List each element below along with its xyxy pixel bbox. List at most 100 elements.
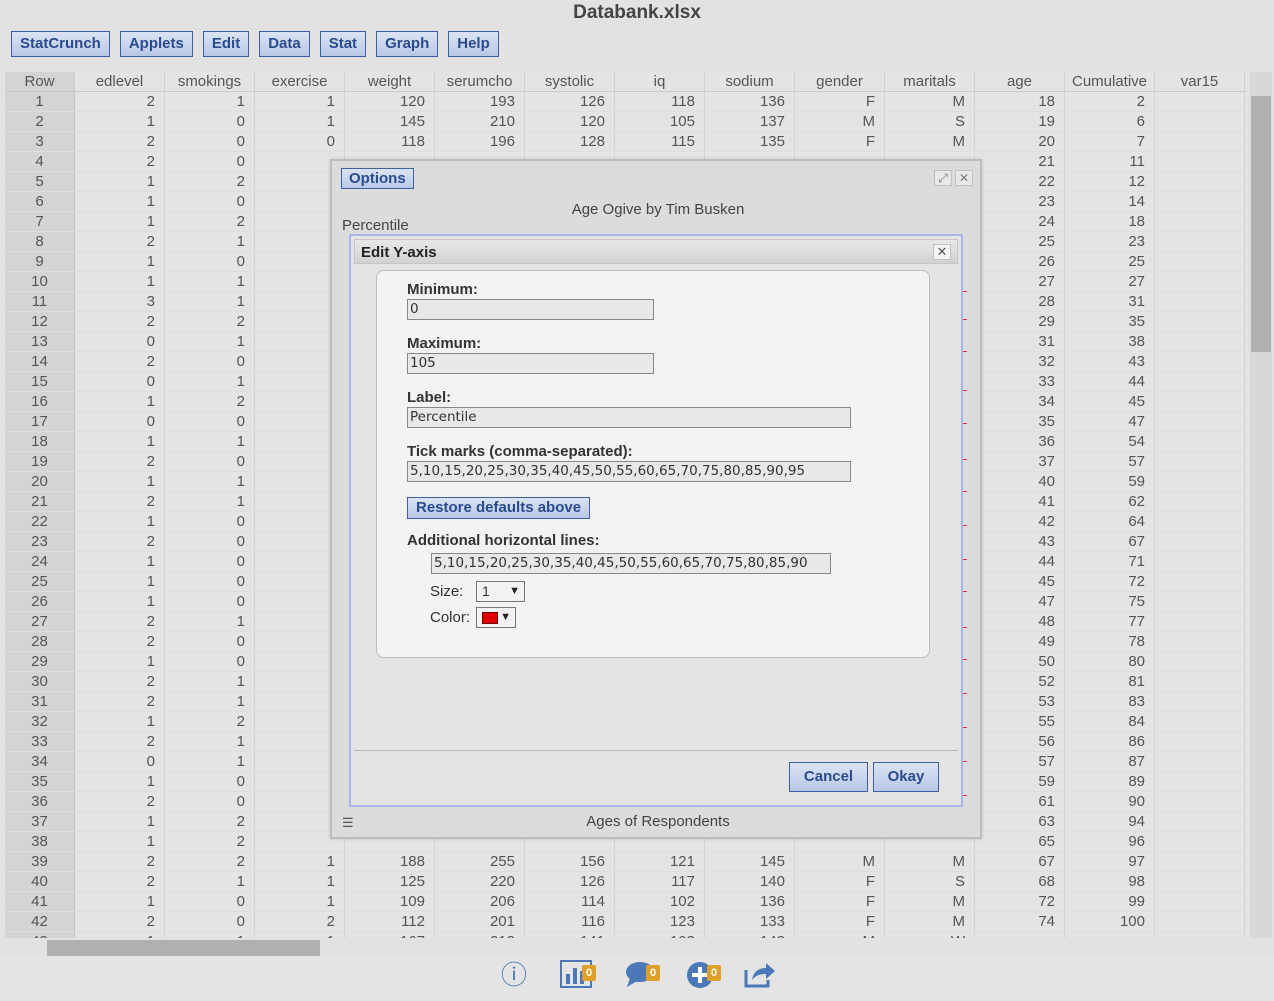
table-cell[interactable]: 1	[165, 92, 255, 112]
table-cell[interactable]: 255	[435, 852, 525, 872]
table-cell[interactable]: 24	[975, 212, 1065, 232]
table-cell[interactable]	[1155, 912, 1245, 932]
table-cell[interactable]: 7	[1065, 132, 1155, 152]
menu-help[interactable]: Help	[448, 31, 499, 57]
table-cell[interactable]: 68	[975, 872, 1065, 892]
table-cell[interactable]: M	[885, 132, 975, 152]
table-cell[interactable]: 1	[165, 932, 255, 938]
column-header[interactable]: Cumulative	[1065, 72, 1155, 91]
table-cell[interactable]: 23	[1065, 232, 1155, 252]
table-cell[interactable]: 133	[705, 912, 795, 932]
row-number[interactable]: 40	[5, 872, 75, 892]
table-cell[interactable]	[1155, 392, 1245, 412]
column-header[interactable]: smokings	[165, 72, 255, 91]
table-cell[interactable]: 1	[255, 852, 345, 872]
table-cell[interactable]: 2	[75, 92, 165, 112]
row-number[interactable]: 12	[5, 312, 75, 332]
table-cell[interactable]	[1155, 452, 1245, 472]
table-cell[interactable]: 29	[975, 312, 1065, 332]
table-cell[interactable]: 72	[975, 892, 1065, 912]
table-cell[interactable]	[1155, 632, 1245, 652]
table-cell[interactable]: 1	[75, 512, 165, 532]
row-number[interactable]: 27	[5, 612, 75, 632]
column-header[interactable]: iq	[615, 72, 705, 91]
table-cell[interactable]: 145	[705, 852, 795, 872]
row-number[interactable]: 39	[5, 852, 75, 872]
table-cell[interactable]: 137	[705, 112, 795, 132]
row-number[interactable]: 23	[5, 532, 75, 552]
menu-statcrunch[interactable]: StatCrunch	[11, 31, 110, 57]
table-cell[interactable]: 0	[165, 412, 255, 432]
table-cell[interactable]: 45	[975, 572, 1065, 592]
table-cell[interactable]: 0	[75, 332, 165, 352]
table-cell[interactable]: 11	[1065, 152, 1155, 172]
table-cell[interactable]: 1	[75, 212, 165, 232]
table-cell[interactable]: 28	[975, 292, 1065, 312]
table-cell[interactable]: 57	[975, 752, 1065, 772]
row-number[interactable]: 43	[5, 932, 75, 938]
table-cell[interactable]: 44	[975, 552, 1065, 572]
table-cell[interactable]: 220	[435, 872, 525, 892]
table-cell[interactable]: 81	[1065, 672, 1155, 692]
table-cell[interactable]: 67	[975, 852, 1065, 872]
okay-button[interactable]: Okay	[873, 762, 939, 792]
table-cell[interactable]	[1155, 332, 1245, 352]
table-cell[interactable]: 12	[1065, 172, 1155, 192]
table-cell[interactable]	[1155, 812, 1245, 832]
table-cell[interactable]	[1155, 492, 1245, 512]
row-number[interactable]: 10	[5, 272, 75, 292]
column-header[interactable]: maritals	[885, 72, 975, 91]
table-cell[interactable]: 2	[165, 312, 255, 332]
row-number[interactable]: 20	[5, 472, 75, 492]
table-cell[interactable]: 1	[255, 892, 345, 912]
table-cell[interactable]: 102	[615, 892, 705, 912]
row-number[interactable]: 5	[5, 172, 75, 192]
table-cell[interactable]: 1	[75, 652, 165, 672]
table-cell[interactable]: 38	[1065, 332, 1155, 352]
table-cell[interactable]	[1155, 512, 1245, 532]
table-cell[interactable]: 0	[165, 552, 255, 572]
table-cell[interactable]: 61	[975, 792, 1065, 812]
row-number[interactable]: 2	[5, 112, 75, 132]
table-cell[interactable]: 120	[345, 92, 435, 112]
table-cell[interactable]: 55	[975, 712, 1065, 732]
table-cell[interactable]: 1	[255, 932, 345, 938]
column-header[interactable]: sodium	[705, 72, 795, 91]
table-cell[interactable]: 2	[75, 352, 165, 372]
row-number[interactable]: 29	[5, 652, 75, 672]
table-cell[interactable]: 1	[165, 732, 255, 752]
column-header[interactable]: weight	[345, 72, 435, 91]
table-cell[interactable]: S	[885, 112, 975, 132]
table-cell[interactable]: 52	[975, 672, 1065, 692]
table-cell[interactable]: 2	[1065, 92, 1155, 112]
table-cell[interactable]: 2	[75, 232, 165, 252]
table-cell[interactable]: 118	[345, 132, 435, 152]
row-number[interactable]: 13	[5, 332, 75, 352]
table-cell[interactable]	[1155, 472, 1245, 492]
table-cell[interactable]: 136	[705, 92, 795, 112]
table-cell[interactable]: 1	[165, 432, 255, 452]
table-cell[interactable]: 2	[75, 532, 165, 552]
table-cell[interactable]: 140	[705, 872, 795, 892]
table-cell[interactable]: 167	[345, 932, 435, 938]
table-cell[interactable]: 2	[165, 812, 255, 832]
table-cell[interactable]: 2	[75, 612, 165, 632]
row-number[interactable]: 6	[5, 192, 75, 212]
options-button[interactable]: Options	[341, 168, 414, 189]
table-cell[interactable]: 116	[525, 912, 615, 932]
table-cell[interactable]: 213	[435, 932, 525, 938]
table-cell[interactable]: 1	[75, 112, 165, 132]
table-cell[interactable]: 45	[1065, 392, 1155, 412]
table-cell[interactable]: 57	[1065, 452, 1155, 472]
close-icon[interactable]: ✕	[933, 244, 951, 260]
table-cell[interactable]: 2	[75, 912, 165, 932]
table-cell[interactable]: 34	[975, 392, 1065, 412]
table-cell[interactable]: 1	[255, 872, 345, 892]
restore-defaults-button[interactable]: Restore defaults above	[407, 497, 591, 519]
table-cell[interactable]	[1155, 592, 1245, 612]
row-number[interactable]: 19	[5, 452, 75, 472]
row-number[interactable]: 41	[5, 892, 75, 912]
table-cell[interactable]	[1155, 792, 1245, 812]
row-number[interactable]: 9	[5, 252, 75, 272]
table-cell[interactable]: 44	[1065, 372, 1155, 392]
